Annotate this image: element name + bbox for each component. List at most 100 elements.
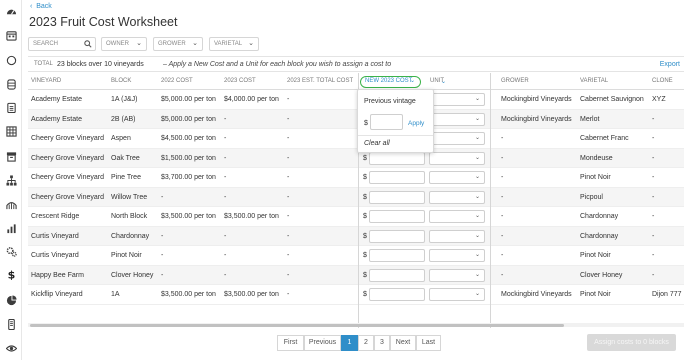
- page-1-button[interactable]: 1: [341, 335, 358, 351]
- cell-vineyard: Happy Bee Farm: [31, 271, 84, 279]
- grower-filter[interactable]: GROWER ⌄: [153, 37, 203, 51]
- table-row[interactable]: Cheery Grove Vineyard Aspen $4,500.00 per …: [28, 129, 684, 149]
- unit-select[interactable]: ⌄: [429, 112, 485, 126]
- page-next-button[interactable]: Next: [390, 335, 416, 351]
- mobile-icon[interactable]: [6, 319, 17, 330]
- page-last-button[interactable]: Last: [416, 335, 441, 351]
- cell-2022-cost: $3,500.00 per ton: [161, 213, 216, 220]
- clear-all-button[interactable]: Clear all: [364, 140, 390, 147]
- cell-2022-cost: $3,700.00 per ton: [161, 174, 216, 181]
- cell-block: Pinot Noir: [111, 252, 142, 259]
- col-grower[interactable]: GROWER: [501, 78, 529, 84]
- cell-grower: -: [501, 213, 504, 220]
- new-cost-input[interactable]: [369, 151, 425, 165]
- col-block[interactable]: BLOCK: [111, 78, 131, 84]
- col-2022-cost[interactable]: 2022 COST: [161, 78, 193, 84]
- chevron-down-icon: ⌄: [474, 291, 480, 297]
- barrel-icon[interactable]: [6, 79, 17, 90]
- col-est-total-cost[interactable]: 2023 EST. TOTAL COST: [287, 78, 353, 84]
- export-link[interactable]: Export: [660, 61, 680, 68]
- unit-select[interactable]: ⌄: [429, 171, 485, 184]
- apply-button[interactable]: Apply: [408, 120, 424, 127]
- unit-select[interactable]: ⌄: [429, 210, 485, 223]
- unit-select[interactable]: ⌄: [429, 249, 485, 262]
- unit-select[interactable]: ⌄: [429, 151, 485, 165]
- circle-icon[interactable]: [6, 55, 17, 66]
- previous-vintage-option[interactable]: Previous vintage: [364, 98, 416, 105]
- col-vineyard[interactable]: VINEYARD: [31, 78, 61, 84]
- cell-grower: -: [501, 135, 504, 142]
- col-2023-cost[interactable]: 2023 COST: [224, 78, 256, 84]
- chevron-down-icon: ⌄: [474, 96, 480, 102]
- unit-select[interactable]: ⌄: [429, 229, 485, 243]
- dashboard-icon[interactable]: [6, 6, 17, 17]
- col-clone[interactable]: CLONE: [652, 78, 673, 84]
- cell-block: 1A: [111, 291, 120, 298]
- owner-filter[interactable]: OWNER ⌄: [101, 37, 147, 51]
- dollar-sign: $: [363, 154, 367, 162]
- new-cost-input[interactable]: [369, 171, 425, 184]
- clipboard-icon[interactable]: [6, 102, 17, 113]
- new-cost-input[interactable]: [369, 288, 425, 301]
- new-cost-column-menu[interactable]: NEW 2023 COST ⌄: [360, 76, 421, 88]
- assign-costs-button[interactable]: Assign costs to 0 blocks: [587, 334, 676, 351]
- new-cost-input[interactable]: [369, 229, 425, 243]
- chevron-left-icon: ‹: [30, 3, 33, 10]
- cell-block: Pine Tree: [111, 174, 141, 181]
- search-input[interactable]: SEARCH: [28, 37, 96, 51]
- gears-icon[interactable]: [6, 246, 17, 257]
- table-row[interactable]: Cheery Grove Vineyard Willow Tree - - - - Picp…: [28, 187, 684, 207]
- cell-clone: -: [652, 193, 655, 201]
- page-first-button[interactable]: First: [277, 335, 304, 351]
- cell-grower: -: [501, 252, 504, 259]
- unit-select[interactable]: ⌄: [429, 288, 485, 301]
- cell-clone: Dijon 777: [652, 291, 682, 298]
- calendar-icon[interactable]: [6, 30, 17, 41]
- cell-2022-cost: -: [161, 252, 164, 259]
- table-row[interactable]: Academy Estate 1A (J&J) $5,000.00 per ton $…: [28, 90, 684, 110]
- archive-icon[interactable]: [6, 151, 17, 162]
- page-3-button[interactable]: 3: [374, 335, 390, 351]
- bulk-cost-input[interactable]: [370, 114, 403, 130]
- chevron-down-icon: ⌄: [474, 115, 480, 122]
- table-row[interactable]: Cheery Grove Vineyard Oak Tree $1,500.00 p…: [28, 148, 684, 168]
- cell-clone: -: [652, 213, 655, 220]
- table-row[interactable]: Curtis Vineyard Chardonnay - - - - Chardonnay -…: [28, 226, 684, 246]
- vineyard-icon[interactable]: [6, 199, 17, 210]
- chevron-down-icon: ⌄: [192, 40, 198, 47]
- new-cost-input[interactable]: [369, 249, 425, 262]
- page-previous-button[interactable]: Previous: [304, 335, 341, 351]
- col-new-2023-cost: NEW 2023 COST: [365, 78, 413, 84]
- unit-select[interactable]: ⌄: [429, 132, 485, 145]
- chevron-down-icon: ⌄: [474, 271, 480, 278]
- table-row[interactable]: Happy Bee Farm Clover Honey - - - - Clover Hon…: [28, 265, 684, 285]
- cell-varietal: Pinot Noir: [580, 174, 611, 181]
- eye-icon[interactable]: [6, 343, 17, 354]
- pie-chart-icon[interactable]: [6, 295, 17, 306]
- unit-select[interactable]: ⌄: [429, 190, 485, 204]
- bar-chart-icon[interactable]: [6, 223, 17, 234]
- hierarchy-icon[interactable]: [6, 175, 17, 186]
- new-cost-input[interactable]: [369, 210, 425, 223]
- scrollbar-thumb[interactable]: [30, 324, 564, 327]
- cell-2022-cost: $3,500.00 per ton: [161, 291, 216, 298]
- new-cost-input[interactable]: [369, 268, 425, 282]
- unit-chevron-icon[interactable]: ⌄: [441, 78, 446, 85]
- table-row[interactable]: Kickflip Vineyard 1A $3,500.00 per ton $3,5…: [28, 285, 684, 305]
- cell-grower: -: [501, 271, 504, 279]
- chevron-down-icon: ⌄: [474, 213, 480, 219]
- col-varietal[interactable]: VARIETAL: [580, 78, 608, 84]
- table-row[interactable]: Academy Estate 2B (AB) $5,000.00 per ton - -…: [28, 109, 684, 129]
- table-row[interactable]: Cheery Grove Vineyard Pine Tree $3,700.00 …: [28, 168, 684, 188]
- grid-icon[interactable]: [6, 126, 17, 137]
- back-link[interactable]: ‹ Back: [30, 3, 52, 10]
- new-cost-input[interactable]: [369, 190, 425, 204]
- cell-block: Clover Honey: [111, 271, 154, 279]
- page-2-button[interactable]: 2: [358, 335, 374, 351]
- table-row[interactable]: Crescent Ridge North Block $3,500.00 per t…: [28, 207, 684, 227]
- unit-select[interactable]: ⌄: [429, 268, 485, 282]
- dollar-icon[interactable]: $: [6, 269, 17, 280]
- table-row[interactable]: Curtis Vineyard Pinot Noir - - - - Pinot Noir -…: [28, 246, 684, 266]
- unit-select[interactable]: ⌄: [429, 93, 485, 106]
- varietal-filter[interactable]: VARIETAL ⌄: [209, 37, 259, 51]
